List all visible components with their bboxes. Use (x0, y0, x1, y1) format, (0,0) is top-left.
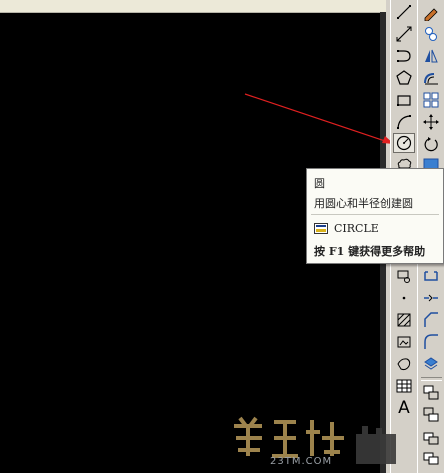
join-icon[interactable] (420, 288, 442, 308)
table-icon[interactable] (393, 376, 415, 396)
tooltip-title: 圆 (314, 177, 325, 190)
tooltip-command: CIRCLE (334, 222, 379, 235)
draw-order-icon[interactable] (420, 383, 442, 403)
polygon-icon[interactable] (393, 68, 415, 88)
insert-block-icon[interactable] (393, 266, 415, 286)
rotate-icon[interactable] (420, 134, 442, 154)
array-icon[interactable] (420, 90, 442, 110)
circle-icon[interactable] (393, 133, 415, 153)
point-icon[interactable] (393, 288, 415, 308)
tooltip-help-hint: 按 F1 键获得更多帮助 (314, 245, 426, 258)
bring-front-icon[interactable] (420, 405, 442, 425)
tooltip-separator (311, 214, 439, 215)
construction-line-icon[interactable] (393, 24, 415, 44)
send-back-icon[interactable] (420, 427, 442, 447)
command-window-icon (314, 223, 328, 234)
mirror-icon[interactable] (420, 46, 442, 66)
modify-toolbar-separator (421, 377, 442, 381)
hatch-icon[interactable] (393, 310, 415, 330)
stretch-icon[interactable] (420, 266, 442, 286)
rectangle-icon[interactable] (393, 90, 415, 110)
tooltip-description: 用圆心和半径创建圆 (314, 197, 413, 210)
region-icon[interactable] (393, 332, 415, 352)
copy-icon[interactable] (420, 24, 442, 44)
polyline-icon[interactable] (393, 46, 415, 66)
canvas-top-strip (0, 0, 386, 13)
erase-icon[interactable] (420, 2, 442, 22)
fillet-icon[interactable] (420, 332, 442, 352)
arc-icon[interactable] (393, 112, 415, 132)
chamfer-icon[interactable] (420, 310, 442, 330)
move-icon[interactable] (420, 112, 442, 132)
watermark-text: 23TM.COM (270, 456, 333, 467)
circle-tooltip: 圆 用圆心和半径创建圆 CIRCLE 按 F1 键获得更多帮助 (306, 168, 444, 264)
offset-icon[interactable] (420, 68, 442, 88)
line-tool-icon[interactable] (393, 2, 415, 22)
explode-icon[interactable] (420, 354, 442, 374)
bring-above-icon[interactable] (420, 449, 442, 469)
gradient-icon[interactable] (393, 354, 415, 374)
